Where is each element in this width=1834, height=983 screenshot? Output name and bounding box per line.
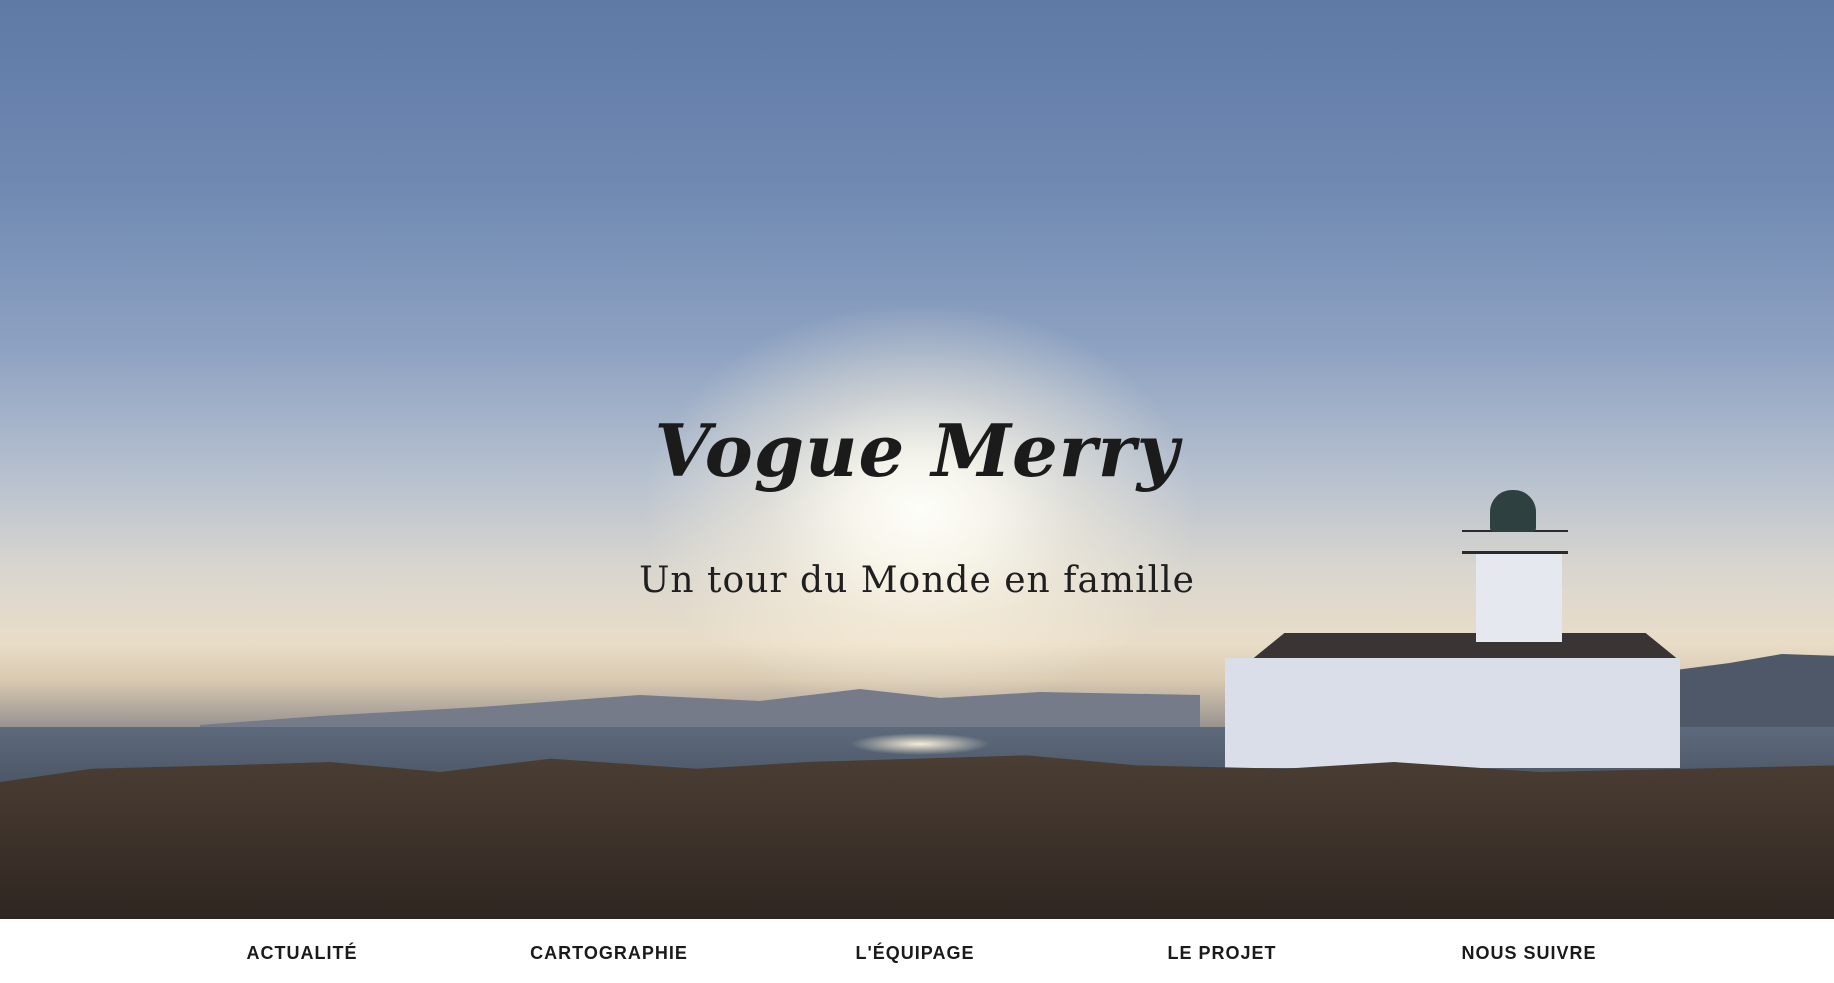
site-title: Vogue Merry [654,408,1180,493]
lighthouse-gallery [1462,530,1568,554]
lighthouse-lantern [1490,490,1536,532]
nav-item-equipage[interactable]: L'ÉQUIPAGE [856,943,975,964]
hero-banner: Vogue Merry Un tour du Monde en famille [0,0,1834,919]
nav-item-cartographie[interactable]: CARTOGRAPHIE [530,943,688,964]
sea-glint [850,733,990,755]
nav-item-actualite[interactable]: ACTUALITÉ [247,943,358,964]
foreground-rocks [0,755,1834,919]
main-navigation: ACTUALITÉ CARTOGRAPHIE L'ÉQUIPAGE LE PRO… [0,919,1834,983]
sun-glow [640,300,1200,720]
nav-item-le-projet[interactable]: LE PROJET [1167,943,1276,964]
site-tagline: Un tour du Monde en famille [639,560,1195,601]
right-mountains [1660,654,1834,735]
lighthouse-building [1225,658,1680,768]
nav-item-nous-suivre[interactable]: NOUS SUIVRE [1461,943,1596,964]
lighthouse-roof [1250,633,1680,661]
